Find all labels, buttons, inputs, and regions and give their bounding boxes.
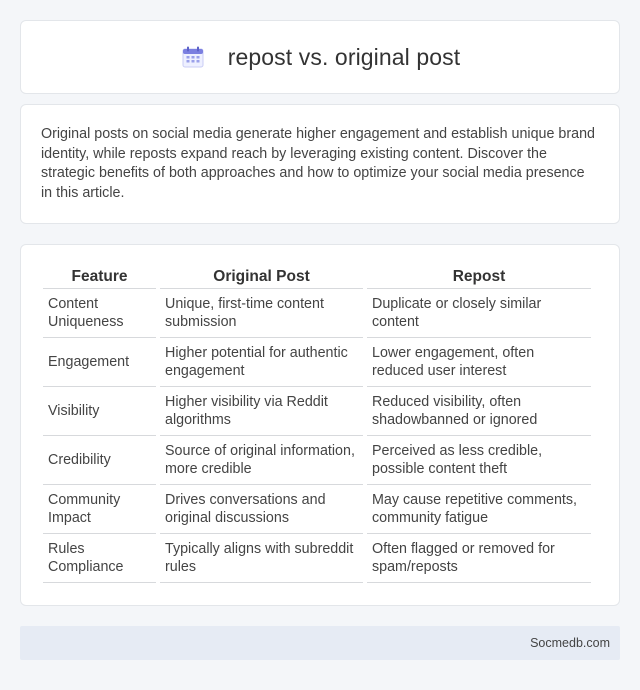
table-cell: Source of original information, more cre… — [160, 436, 363, 485]
calendar-icon — [182, 46, 204, 68]
table-cell: Content Uniqueness — [43, 289, 156, 338]
table-row: Engagement Higher potential for authenti… — [43, 338, 591, 387]
table-cell: Visibility — [43, 387, 156, 436]
table-cell: May cause repetitive comments, community… — [367, 485, 591, 534]
table-row: Content Uniqueness Unique, first-time co… — [43, 289, 591, 338]
header-original-post: Original Post — [160, 267, 363, 289]
table-row: Credibility Source of original informati… — [43, 436, 591, 485]
table-cell: Lower engagement, often reduced user int… — [367, 338, 591, 387]
table-cell: Credibility — [43, 436, 156, 485]
table-row: Rules Compliance Typically aligns with s… — [43, 534, 591, 583]
table-cell: Rules Compliance — [43, 534, 156, 583]
table-cell: Duplicate or closely similar content — [367, 289, 591, 338]
table-cell: Reduced visibility, often shadowbanned o… — [367, 387, 591, 436]
intro-text: Original posts on social media generate … — [41, 126, 595, 201]
table-cell: Higher potential for authentic engagemen… — [160, 338, 363, 387]
table-cell: Unique, first-time content submission — [160, 289, 363, 338]
table-cell: Typically aligns with subreddit rules — [160, 534, 363, 583]
table-cell: Drives conversations and original discus… — [160, 485, 363, 534]
page-title: repost vs. original post — [227, 43, 461, 70]
table-row: Community Impact Drives conversations an… — [43, 485, 591, 534]
intro-card: Original posts on social media generate … — [20, 104, 620, 224]
footer: Socmedb.com — [20, 626, 620, 660]
table-cell: Community Impact — [43, 485, 156, 534]
table-cell: Higher visibility via Reddit algorithms — [160, 387, 363, 436]
table-cell: Often flagged or removed for spam/repost… — [367, 534, 591, 583]
table-row: Visibility Higher visibility via Reddit … — [43, 387, 591, 436]
header-feature: Feature — [43, 267, 156, 289]
footer-site-link[interactable]: Socmedb.com — [530, 636, 610, 650]
table-header-row: Feature Original Post Repost — [43, 267, 591, 289]
table-card: Feature Original Post Repost Content Uni… — [20, 244, 620, 606]
table-cell: Perceived as less credible, possible con… — [367, 436, 591, 485]
header-repost: Repost — [367, 267, 591, 289]
comparison-table: Feature Original Post Repost Content Uni… — [39, 267, 595, 583]
table-cell: Engagement — [43, 338, 156, 387]
title-card: repost vs. original post — [20, 20, 620, 94]
